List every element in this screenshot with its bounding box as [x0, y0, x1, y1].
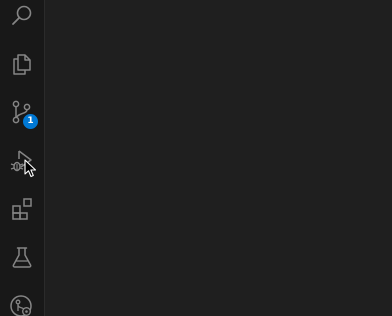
activity-item-source-control[interactable]: 1 — [0, 88, 44, 136]
activity-item-run-debug[interactable] — [0, 137, 44, 185]
source-control-badge: 1 — [23, 114, 38, 129]
activity-item-explorer[interactable] — [0, 40, 44, 88]
search-icon — [12, 5, 32, 25]
beaker-icon — [12, 247, 32, 268]
activity-item-extensions[interactable] — [0, 185, 44, 233]
activity-item-remote-explorer[interactable] — [0, 282, 44, 316]
editor-area[interactable] — [45, 0, 392, 316]
files-icon — [13, 54, 31, 75]
activity-item-search[interactable] — [0, 0, 44, 40]
activity-bar: 1 — [0, 0, 44, 316]
run-debug-icon — [10, 150, 32, 172]
activity-item-testing[interactable] — [0, 233, 44, 281]
remote-explorer-icon — [10, 295, 32, 316]
extensions-icon — [12, 198, 32, 220]
vscode-window: 1 — [0, 0, 392, 316]
